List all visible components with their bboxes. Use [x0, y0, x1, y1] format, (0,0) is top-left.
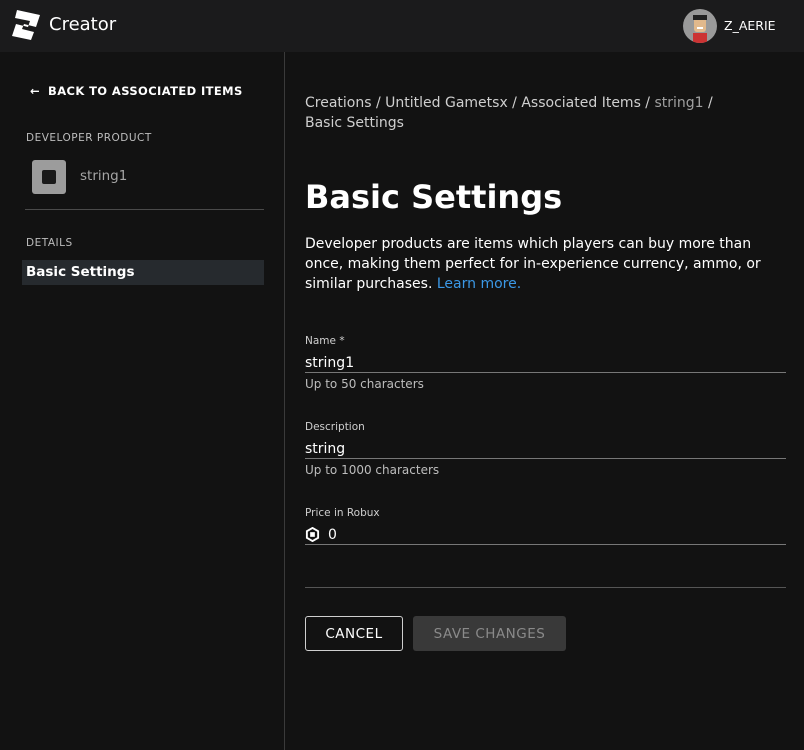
- description-hint: Up to 1000 characters: [305, 463, 786, 477]
- details-section-label: DETAILS: [26, 237, 73, 249]
- name-input[interactable]: string1: [305, 347, 786, 373]
- price-input[interactable]: 0: [305, 519, 786, 545]
- username[interactable]: Z_AERIE: [724, 18, 776, 33]
- breadcrumb-associated-items[interactable]: Associated Items: [521, 95, 641, 111]
- description-input[interactable]: string: [305, 433, 786, 459]
- sidebar-item-basic-settings[interactable]: Basic Settings: [22, 260, 264, 285]
- brand-name[interactable]: Creator: [49, 14, 116, 35]
- learn-more-link[interactable]: Learn more.: [437, 276, 521, 292]
- breadcrumb: Creations / Untitled Gametsx / Associate…: [305, 93, 775, 133]
- price-field: Price in Robux 0: [305, 507, 786, 545]
- required-mark: *: [339, 335, 344, 347]
- description-field: Description string Up to 1000 characters: [305, 421, 786, 477]
- breadcrumb-creations[interactable]: Creations: [305, 95, 372, 111]
- page-title: Basic Settings: [305, 178, 562, 216]
- sidebar: [0, 52, 285, 750]
- roblox-logo-icon[interactable]: [12, 10, 40, 40]
- arrow-left-icon: ←: [30, 84, 40, 98]
- name-label: Name: [305, 335, 336, 347]
- user-avatar[interactable]: [683, 9, 717, 43]
- image-placeholder-icon: [32, 160, 66, 194]
- robux-icon: [305, 527, 320, 542]
- product-section-label: DEVELOPER PRODUCT: [26, 132, 152, 144]
- breadcrumb-experience[interactable]: Untitled Gametsx: [385, 95, 508, 111]
- name-field: Name * string1 Up to 50 characters: [305, 335, 786, 391]
- name-hint: Up to 50 characters: [305, 377, 786, 391]
- breadcrumb-current: Basic Settings: [305, 115, 404, 131]
- divider: [305, 587, 786, 588]
- top-header: Creator Z_AERIE: [0, 0, 804, 52]
- back-label: BACK TO ASSOCIATED ITEMS: [48, 84, 243, 98]
- page-description: Developer products are items which playe…: [305, 234, 785, 294]
- description-label: Description: [305, 421, 786, 433]
- product-name: string1: [80, 168, 127, 184]
- cancel-button[interactable]: CANCEL: [305, 616, 403, 651]
- description-text: Developer products are items which playe…: [305, 236, 761, 292]
- divider: [25, 209, 264, 210]
- price-value: 0: [328, 527, 337, 543]
- price-label: Price in Robux: [305, 507, 786, 519]
- back-to-associated-items-link[interactable]: ← BACK TO ASSOCIATED ITEMS: [30, 84, 243, 98]
- breadcrumb-product[interactable]: string1: [654, 95, 703, 111]
- save-changes-button[interactable]: SAVE CHANGES: [413, 616, 566, 651]
